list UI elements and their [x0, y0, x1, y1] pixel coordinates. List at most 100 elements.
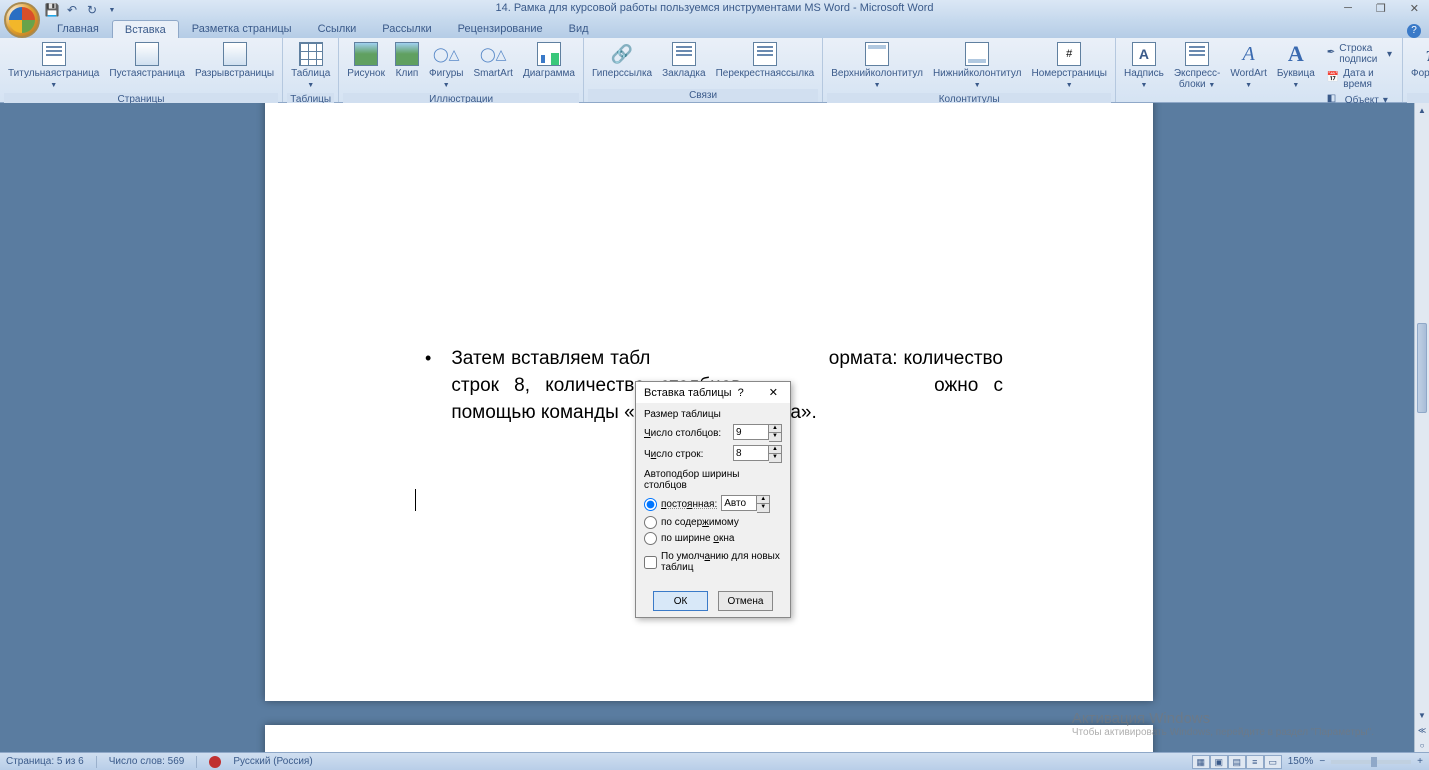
- zoom-out-icon[interactable]: −: [1319, 756, 1325, 767]
- cols-spinner[interactable]: ▲▼: [733, 424, 782, 442]
- textbox-button[interactable]: AНадпись ▼: [1120, 40, 1168, 93]
- view-print-layout[interactable]: ▦: [1192, 755, 1210, 769]
- page-number-button[interactable]: #Номерстраницы ▼: [1027, 40, 1111, 93]
- window-title: 14. Рамка для курсовой работы пользуемся…: [0, 2, 1429, 14]
- wordart-button[interactable]: AWordArt ▼: [1226, 40, 1271, 93]
- group-header-footer: Верхнийколонтитул ▼ Нижнийколонтитул ▼ #…: [823, 38, 1116, 102]
- rows-input[interactable]: [733, 445, 769, 461]
- view-full-screen[interactable]: ▣: [1210, 755, 1228, 769]
- group-tables: Таблица ▼ Таблицы: [283, 38, 339, 102]
- rows-spinner[interactable]: ▲▼: [733, 445, 782, 463]
- zoom-in-icon[interactable]: +: [1417, 756, 1423, 767]
- tab-mailings[interactable]: Рассылки: [369, 19, 444, 38]
- tab-view[interactable]: Вид: [556, 19, 602, 38]
- section-autofit: Автоподбор ширины столбцов: [644, 469, 782, 491]
- smartart-button[interactable]: SmartArt: [469, 40, 516, 81]
- radio-fixed[interactable]: [644, 498, 657, 511]
- picture-button[interactable]: Рисунок: [343, 40, 389, 81]
- ribbon-tabs: Главная Вставка Разметка страницы Ссылки…: [0, 20, 1429, 38]
- blank-page-button[interactable]: Пустаястраница: [105, 40, 189, 81]
- spinner-up-icon[interactable]: ▲: [757, 496, 769, 504]
- radio-content-label[interactable]: по содержимому: [661, 517, 739, 528]
- quickparts-button[interactable]: Экспресс-блоки ▼: [1170, 40, 1225, 93]
- cols-input[interactable]: [733, 424, 769, 440]
- header-button[interactable]: Верхнийколонтитул ▼: [827, 40, 927, 93]
- windows-activation-watermark: Активация Windows Чтобы активировать Win…: [1072, 710, 1374, 738]
- group-pages: Титульнаястраница ▼ Пустаястраница Разры…: [0, 38, 283, 102]
- close-button[interactable]: ✕: [1404, 2, 1425, 15]
- text-cursor: [415, 489, 416, 511]
- status-words[interactable]: Число слов: 569: [109, 756, 185, 767]
- signature-button[interactable]: ✒Строка подписи ▾: [1323, 42, 1396, 66]
- status-language[interactable]: Русский (Россия): [233, 756, 312, 767]
- footer-button[interactable]: Нижнийколонтитул ▼: [929, 40, 1026, 93]
- group-links: 🔗Гиперссылка Закладка Перекрестнаяссылка…: [584, 38, 823, 102]
- default-checkbox[interactable]: [644, 556, 657, 569]
- title-bar: 💾 ↶ ↻ ▼ 14. Рамка для курсовой работы по…: [0, 0, 1429, 20]
- document-area: На этом оформление ра страницу разместит…: [0, 103, 1429, 768]
- section-size: Размер таблицы: [644, 409, 782, 420]
- cover-page-button[interactable]: Титульнаястраница ▼: [4, 40, 103, 93]
- dialog-close-icon[interactable]: ✕: [765, 386, 782, 399]
- radio-window-label[interactable]: по ширине окна: [661, 533, 734, 544]
- insert-table-dialog: Вставка таблицы ? ✕ Размер таблицы Число…: [635, 381, 791, 618]
- help-icon[interactable]: ?: [1407, 24, 1421, 38]
- table-button[interactable]: Таблица ▼: [287, 40, 334, 93]
- fixed-width-spinner[interactable]: ▲▼: [721, 495, 770, 513]
- tab-home[interactable]: Главная: [44, 19, 112, 38]
- zoom-value[interactable]: 150%: [1288, 756, 1314, 767]
- scroll-up-icon[interactable]: ▲: [1415, 103, 1429, 118]
- default-label[interactable]: По умолчанию для новых таблиц: [661, 551, 782, 573]
- view-outline[interactable]: ≡: [1246, 755, 1264, 769]
- shapes-button[interactable]: Фигуры ▼: [425, 40, 467, 93]
- chart-button[interactable]: Диаграмма: [519, 40, 579, 81]
- datetime-button[interactable]: 📅Дата и время: [1323, 67, 1396, 91]
- minimize-button[interactable]: ─: [1338, 2, 1358, 15]
- spinner-down-icon[interactable]: ▼: [769, 433, 781, 441]
- tab-page-layout[interactable]: Разметка страницы: [179, 19, 305, 38]
- office-button[interactable]: [4, 2, 40, 38]
- equation-button[interactable]: πФормула ▼: [1407, 40, 1429, 93]
- dialog-title-bar[interactable]: Вставка таблицы ? ✕: [636, 382, 790, 403]
- view-buttons: ▦ ▣ ▤ ≡ ▭: [1192, 755, 1282, 769]
- crossref-button[interactable]: Перекрестнаяссылка: [712, 40, 819, 81]
- dropcap-button[interactable]: AБуквица ▼: [1273, 40, 1319, 93]
- radio-content[interactable]: [644, 516, 657, 529]
- clipart-button[interactable]: Клип: [391, 40, 423, 81]
- spinner-up-icon[interactable]: ▲: [769, 446, 781, 454]
- scroll-down-icon[interactable]: ▼: [1415, 708, 1429, 723]
- status-page[interactable]: Страница: 5 из 6: [6, 756, 84, 767]
- group-illustrations: Рисунок Клип Фигуры ▼ SmartArt Диаграмма…: [339, 38, 584, 102]
- spinner-up-icon[interactable]: ▲: [769, 425, 781, 433]
- tab-insert[interactable]: Вставка: [112, 20, 179, 38]
- dialog-title: Вставка таблицы: [644, 387, 732, 399]
- radio-fixed-label[interactable]: постоянная:: [661, 499, 717, 510]
- bookmark-button[interactable]: Закладка: [658, 40, 709, 81]
- radio-window[interactable]: [644, 532, 657, 545]
- window-controls: ─ ❐ ✕: [1338, 2, 1425, 15]
- status-bar: Страница: 5 из 6 Число слов: 569 Русский…: [0, 752, 1429, 770]
- tab-review[interactable]: Рецензирование: [445, 19, 556, 38]
- zoom-slider[interactable]: [1331, 760, 1411, 764]
- browse-object-icon[interactable]: ○: [1415, 738, 1429, 753]
- hyperlink-button[interactable]: 🔗Гиперссылка: [588, 40, 656, 81]
- group-symbols: πФормула ▼ ΩСимвол ▼ Символы: [1403, 38, 1429, 102]
- group-label-links: Связи: [588, 89, 818, 102]
- tab-references[interactable]: Ссылки: [305, 19, 370, 38]
- ribbon: Титульнаястраница ▼ Пустаястраница Разры…: [0, 38, 1429, 103]
- proofing-icon[interactable]: [209, 756, 221, 768]
- prev-page-icon[interactable]: ≪: [1415, 723, 1429, 738]
- maximize-button[interactable]: ❐: [1370, 2, 1392, 15]
- scroll-thumb[interactable]: [1417, 323, 1427, 413]
- fixed-width-input[interactable]: [721, 495, 757, 511]
- spinner-down-icon[interactable]: ▼: [757, 504, 769, 512]
- view-draft[interactable]: ▭: [1264, 755, 1282, 769]
- vertical-scrollbar[interactable]: ▲ ▼ ≪ ○ ≫: [1414, 103, 1429, 768]
- ok-button[interactable]: ОК: [653, 591, 708, 611]
- dialog-help-icon[interactable]: ?: [732, 387, 750, 399]
- rows-label: Число строк:: [644, 449, 729, 460]
- spinner-down-icon[interactable]: ▼: [769, 454, 781, 462]
- page-break-button[interactable]: Разрывстраницы: [191, 40, 278, 81]
- cancel-button[interactable]: Отмена: [718, 591, 773, 611]
- view-web[interactable]: ▤: [1228, 755, 1246, 769]
